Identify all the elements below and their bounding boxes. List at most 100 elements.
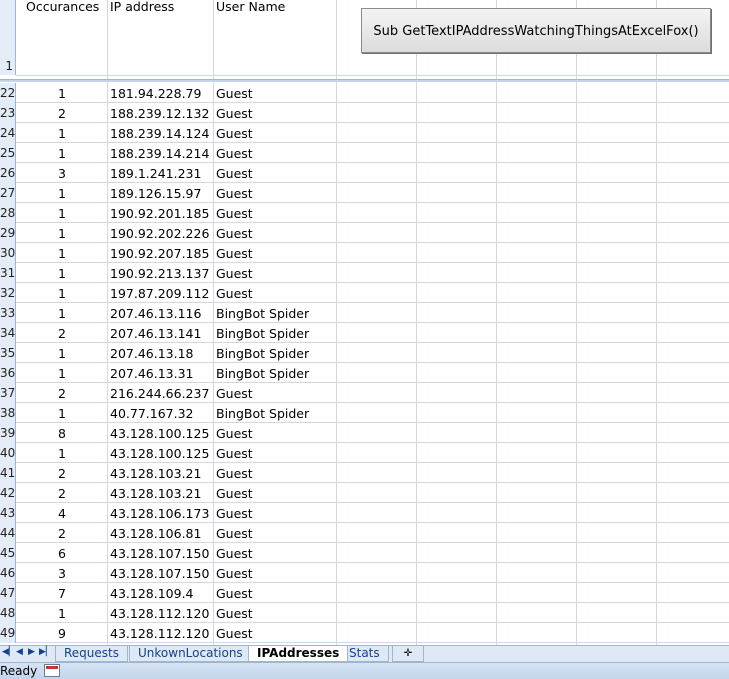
row-number[interactable]: 22 [0, 83, 16, 103]
cell-ip-address[interactable]: 189.1.241.231 [110, 163, 213, 183]
cell-ip-address[interactable]: 43.128.103.21 [110, 483, 213, 503]
cell-occurances[interactable]: 3 [17, 163, 107, 183]
cell-ip-address[interactable]: 216.244.66.237 [110, 383, 213, 403]
cell-ip-address[interactable]: 43.128.109.4 [110, 583, 213, 603]
row-number[interactable]: 26 [0, 163, 16, 183]
cell-ip-address[interactable]: 181.94.228.79 [110, 83, 213, 103]
row-number[interactable]: 23 [0, 103, 16, 123]
cell-ip-address[interactable]: 190.92.201.185 [110, 203, 213, 223]
row-number[interactable]: 42 [0, 483, 16, 503]
row-number[interactable]: 45 [0, 543, 16, 563]
row-number[interactable]: 31 [0, 263, 16, 283]
cell-user-name[interactable]: Guest [216, 163, 336, 183]
cell-occurances[interactable]: 1 [17, 203, 107, 223]
prev-sheet-icon[interactable]: ◀ [16, 647, 23, 657]
cell-user-name[interactable]: BingBot Spider [216, 303, 336, 323]
cell-user-name[interactable]: Guest [216, 143, 336, 163]
cell-user-name[interactable]: BingBot Spider [216, 403, 336, 423]
column-header-occurances[interactable]: Occurances [26, 0, 106, 14]
cell-occurances[interactable]: 2 [17, 103, 107, 123]
cell-user-name[interactable]: Guest [216, 383, 336, 403]
row-number[interactable]: 32 [0, 283, 16, 303]
cell-occurances[interactable]: 1 [17, 223, 107, 243]
cell-ip-address[interactable]: 43.128.103.21 [110, 463, 213, 483]
cell-occurances[interactable]: 2 [17, 383, 107, 403]
cell-occurances[interactable]: 1 [17, 123, 107, 143]
cell-occurances[interactable]: 1 [17, 283, 107, 303]
next-sheet-icon[interactable]: ▶ [28, 647, 35, 657]
row-number[interactable]: 28 [0, 203, 16, 223]
cell-user-name[interactable]: Guest [216, 83, 336, 103]
cell-occurances[interactable]: 7 [17, 583, 107, 603]
cell-ip-address[interactable]: 190.92.207.185 [110, 243, 213, 263]
cell-user-name[interactable]: Guest [216, 503, 336, 523]
cell-ip-address[interactable]: 43.128.106.173 [110, 503, 213, 523]
cell-user-name[interactable]: BingBot Spider [216, 343, 336, 363]
cell-ip-address[interactable]: 188.239.12.132 [110, 103, 213, 123]
cell-user-name[interactable]: Guest [216, 483, 336, 503]
cell-occurances[interactable]: 1 [17, 83, 107, 103]
cell-user-name[interactable]: Guest [216, 463, 336, 483]
cell-ip-address[interactable]: 207.46.13.116 [110, 303, 213, 323]
row-number[interactable]: 25 [0, 143, 16, 163]
cell-user-name[interactable]: Guest [216, 423, 336, 443]
cell-ip-address[interactable]: 43.128.100.125 [110, 423, 213, 443]
sheet-tab[interactable]: IPAddresses [248, 646, 349, 662]
cell-ip-address[interactable]: 207.46.13.31 [110, 363, 213, 383]
cell-ip-address[interactable]: 43.128.107.150 [110, 543, 213, 563]
cell-user-name[interactable]: Guest [216, 203, 336, 223]
cell-occurances[interactable]: 3 [17, 563, 107, 583]
macro-record-icon[interactable] [44, 664, 60, 677]
cell-ip-address[interactable]: 190.92.213.137 [110, 263, 213, 283]
cell-ip-address[interactable]: 188.239.14.214 [110, 143, 213, 163]
sheet-tab[interactable]: Requests [55, 646, 128, 662]
cell-ip-address[interactable]: 43.128.107.150 [110, 563, 213, 583]
cell-occurances[interactable]: 1 [17, 363, 107, 383]
cell-occurances[interactable]: 1 [17, 263, 107, 283]
row-number[interactable]: 29 [0, 223, 16, 243]
cell-ip-address[interactable]: 207.46.13.18 [110, 343, 213, 363]
cell-user-name[interactable]: Guest [216, 523, 336, 543]
cell-occurances[interactable]: 1 [17, 183, 107, 203]
cell-user-name[interactable]: Guest [216, 223, 336, 243]
row-number[interactable]: 1 [5, 59, 13, 73]
insert-sheet-icon[interactable]: ✛ [392, 646, 424, 662]
cell-user-name[interactable]: Guest [216, 243, 336, 263]
row-number[interactable]: 27 [0, 183, 16, 203]
cell-occurances[interactable]: 1 [17, 243, 107, 263]
row-number[interactable]: 35 [0, 343, 16, 363]
row-number[interactable]: 37 [0, 383, 16, 403]
cell-ip-address[interactable]: 197.87.209.112 [110, 283, 213, 303]
row-number[interactable]: 39 [0, 423, 16, 443]
row-number[interactable]: 36 [0, 363, 16, 383]
cell-occurances[interactable]: 4 [17, 503, 107, 523]
row-number[interactable]: 41 [0, 463, 16, 483]
row-number[interactable]: 49 [0, 623, 16, 643]
cell-occurances[interactable]: 2 [17, 483, 107, 503]
cell-ip-address[interactable]: 43.128.112.120 [110, 603, 213, 623]
cell-occurances[interactable]: 9 [17, 623, 107, 643]
cell-occurances[interactable]: 8 [17, 423, 107, 443]
sheet-tab[interactable]: UnkownLocations [129, 646, 252, 662]
row-number[interactable]: 43 [0, 503, 16, 523]
cell-occurances[interactable]: 6 [17, 543, 107, 563]
cell-user-name[interactable]: BingBot Spider [216, 363, 336, 383]
cell-occurances[interactable]: 2 [17, 323, 107, 343]
cell-user-name[interactable]: Guest [216, 583, 336, 603]
cell-occurances[interactable]: 1 [17, 603, 107, 623]
row-number[interactable]: 33 [0, 303, 16, 323]
cell-user-name[interactable]: Guest [216, 623, 336, 643]
cell-user-name[interactable]: BingBot Spider [216, 323, 336, 343]
row-number[interactable]: 34 [0, 323, 16, 343]
cell-occurances[interactable]: 1 [17, 403, 107, 423]
cell-ip-address[interactable]: 40.77.167.32 [110, 403, 213, 423]
cell-user-name[interactable]: Guest [216, 183, 336, 203]
cell-user-name[interactable]: Guest [216, 123, 336, 143]
cell-ip-address[interactable]: 207.46.13.141 [110, 323, 213, 343]
column-header-user-name[interactable]: User Name [216, 0, 334, 14]
column-header-ip-address[interactable]: IP address [110, 0, 210, 14]
run-macro-button[interactable]: Sub GetTextIPAddressWatchingThingsAtExce… [361, 8, 711, 53]
cell-occurances[interactable]: 2 [17, 523, 107, 543]
cell-ip-address[interactable]: 43.128.100.125 [110, 443, 213, 463]
cell-ip-address[interactable]: 189.126.15.97 [110, 183, 213, 203]
